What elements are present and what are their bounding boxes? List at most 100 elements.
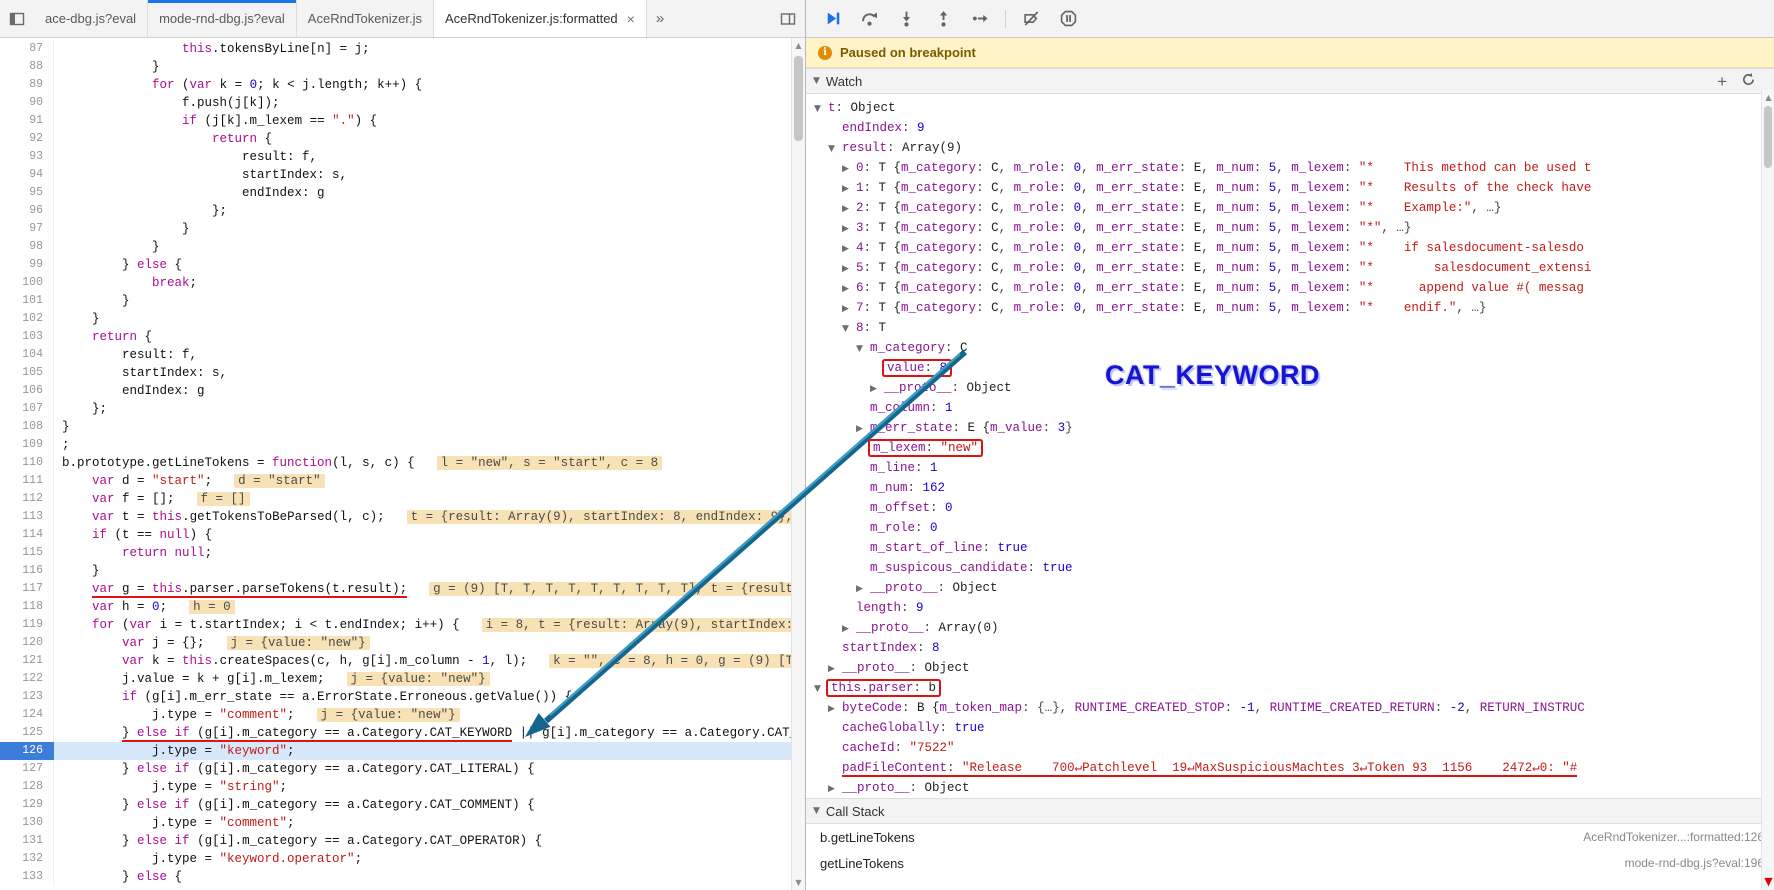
code-area[interactable]: 87 this.tokensByLine[n] = j; 88 } 89 for (… [0, 38, 791, 890]
line-number[interactable]: 118 [0, 598, 54, 616]
code-line[interactable]: 90 f.push(j[k]); [0, 94, 791, 112]
code-text[interactable]: return null; [54, 544, 791, 562]
expand-open-icon[interactable]: ▼ [828, 139, 842, 158]
code-line[interactable]: 131 } else if (g[i].m_category == a.Cate… [0, 832, 791, 850]
code-text[interactable]: result: f, [54, 346, 791, 364]
expand-closed-icon[interactable]: ▶ [842, 239, 856, 258]
watch-row[interactable]: startIndex: 8 [806, 638, 1758, 658]
watch-row[interactable]: ▶ __proto__: Object [806, 578, 1758, 598]
code-text[interactable]: } [54, 220, 791, 238]
code-line[interactable]: 93 result: f, [0, 148, 791, 166]
line-number[interactable]: 107 [0, 400, 54, 418]
chevron-down-icon[interactable]: ▼ [813, 76, 820, 86]
watch-row[interactable]: ▶ __proto__: Array(0) [806, 618, 1758, 638]
watch-row[interactable]: ▼ m_category: C [806, 338, 1758, 358]
line-number[interactable]: 106 [0, 382, 54, 400]
code-line[interactable]: 116 } [0, 562, 791, 580]
code-text[interactable]: } else if (g[i].m_category == a.Category… [54, 724, 791, 742]
watch-row[interactable]: ▶ __proto__: Object [806, 778, 1758, 798]
expand-closed-icon[interactable]: ▶ [828, 699, 842, 718]
code-text[interactable]: endIndex: g [54, 382, 791, 400]
code-line[interactable]: 98 } [0, 238, 791, 256]
watch-row[interactable]: m_start_of_line: true [806, 538, 1758, 558]
code-text[interactable]: } else if (g[i].m_category == a.Category… [54, 832, 791, 850]
watch-row[interactable]: ▶ byteCode: B {m_token_map: {…}, RUNTIME_… [806, 698, 1758, 718]
frame-location-link[interactable]: mode-rnd-dbg.js?eval:196 [1625, 856, 1764, 870]
code-line[interactable]: 107 }; [0, 400, 791, 418]
scroll-up-icon[interactable]: ▲ [1762, 93, 1774, 102]
chevron-down-icon[interactable]: ▼ [813, 806, 820, 816]
watch-row[interactable]: ▼ result: Array(9) [806, 138, 1758, 158]
code-text[interactable]: j.type = "keyword"; [54, 742, 791, 760]
line-number[interactable]: 96 [0, 202, 54, 220]
code-text[interactable]: }; [54, 202, 791, 220]
line-number[interactable]: 127 [0, 760, 54, 778]
resume-button[interactable] [820, 7, 844, 31]
code-text[interactable]: return { [54, 328, 791, 346]
scrollbar-thumb[interactable] [794, 56, 803, 141]
line-number[interactable]: 111 [0, 472, 54, 490]
line-number[interactable]: 88 [0, 58, 54, 76]
line-number[interactable]: 117 [0, 580, 54, 598]
expand-closed-icon[interactable]: ▶ [842, 619, 856, 638]
code-line[interactable]: 132 j.type = "keyword.operator"; [0, 850, 791, 868]
code-text[interactable]: startIndex: s, [54, 166, 791, 184]
code-line[interactable]: 100 break; [0, 274, 791, 292]
code-line[interactable]: 128 j.type = "string"; [0, 778, 791, 796]
line-number[interactable]: 125 [0, 724, 54, 742]
line-number[interactable]: 102 [0, 310, 54, 328]
line-number[interactable]: 109 [0, 436, 54, 454]
code-text[interactable]: var g = this.parser.parseTokens(t.result… [54, 580, 791, 598]
scroll-down-icon[interactable]: ▼ [792, 878, 805, 887]
expand-closed-icon[interactable]: ▶ [828, 659, 842, 678]
line-number[interactable]: 130 [0, 814, 54, 832]
watch-row[interactable]: ▶ __proto__: Object [806, 658, 1758, 678]
line-number[interactable]: 129 [0, 796, 54, 814]
line-number[interactable]: 131 [0, 832, 54, 850]
line-number[interactable]: 98 [0, 238, 54, 256]
code-line[interactable]: 106 endIndex: g [0, 382, 791, 400]
code-line[interactable]: 121 var k = this.createSpaces(c, h, g[i]… [0, 652, 791, 670]
code-text[interactable]: } [54, 418, 791, 436]
code-line[interactable]: 89 for (var k = 0; k < j.length; k++) { [0, 76, 791, 94]
editor-tab[interactable]: AceRndTokenizer.js:formatted × [433, 0, 647, 37]
expand-closed-icon[interactable]: ▶ [842, 259, 856, 278]
code-line[interactable]: 130 j.type = "comment"; [0, 814, 791, 832]
expand-closed-icon[interactable]: ▶ [870, 379, 884, 398]
scroll-down-icon[interactable]: ▼ [1762, 875, 1774, 888]
watch-row[interactable]: m_num: 162 [806, 478, 1758, 498]
code-text[interactable]: } [54, 562, 791, 580]
watch-row[interactable]: ▼ this.parser: b [806, 678, 1758, 698]
code-line[interactable]: 125 } else if (g[i].m_category == a.Cate… [0, 724, 791, 742]
watch-row[interactable]: ▶ 6: T {m_category: C, m_role: 0, m_err_s… [806, 278, 1758, 298]
expand-closed-icon[interactable]: ▶ [842, 219, 856, 238]
watch-row[interactable]: ▶ 7: T {m_category: C, m_role: 0, m_err_s… [806, 298, 1758, 318]
deactivate-breakpoints-button[interactable] [1019, 7, 1043, 31]
line-number[interactable]: 97 [0, 220, 54, 238]
editor-scrollbar[interactable]: ▲ ▼ [791, 38, 805, 890]
expand-open-icon[interactable]: ▼ [814, 99, 828, 118]
watch-row[interactable]: m_line: 1 [806, 458, 1758, 478]
code-text[interactable]: var j = {}; j = {value: "new"} [54, 634, 791, 652]
code-text[interactable]: return { [54, 130, 791, 148]
pause-on-exceptions-button[interactable] [1056, 7, 1080, 31]
line-number[interactable]: 124 [0, 706, 54, 724]
line-number[interactable]: 119 [0, 616, 54, 634]
split-editor-icon[interactable] [771, 0, 805, 37]
code-line[interactable]: 104 result: f, [0, 346, 791, 364]
watch-row[interactable]: ▶ 1: T {m_category: C, m_role: 0, m_err_s… [806, 178, 1758, 198]
callstack-frame[interactable]: b.getLineTokens AceRndTokenizer...:format… [806, 824, 1774, 850]
watch-row[interactable]: padFileContent: "Release 700↵Patchlevel … [806, 758, 1758, 778]
code-text[interactable]: } [54, 292, 791, 310]
editor-tab[interactable]: AceRndTokenizer.js [296, 0, 434, 37]
code-line[interactable]: 115 return null; [0, 544, 791, 562]
scroll-up-icon[interactable]: ▲ [792, 41, 805, 50]
code-text[interactable]: if (t == null) { [54, 526, 791, 544]
watch-row[interactable]: ▶ m_err_state: E {m_value: 3} [806, 418, 1758, 438]
line-number[interactable]: 113 [0, 508, 54, 526]
step-button[interactable] [968, 7, 992, 31]
watch-row[interactable]: m_role: 0 [806, 518, 1758, 538]
editor-tab[interactable]: ace-dbg.js?eval [34, 0, 149, 37]
line-number[interactable]: 104 [0, 346, 54, 364]
line-number[interactable]: 99 [0, 256, 54, 274]
